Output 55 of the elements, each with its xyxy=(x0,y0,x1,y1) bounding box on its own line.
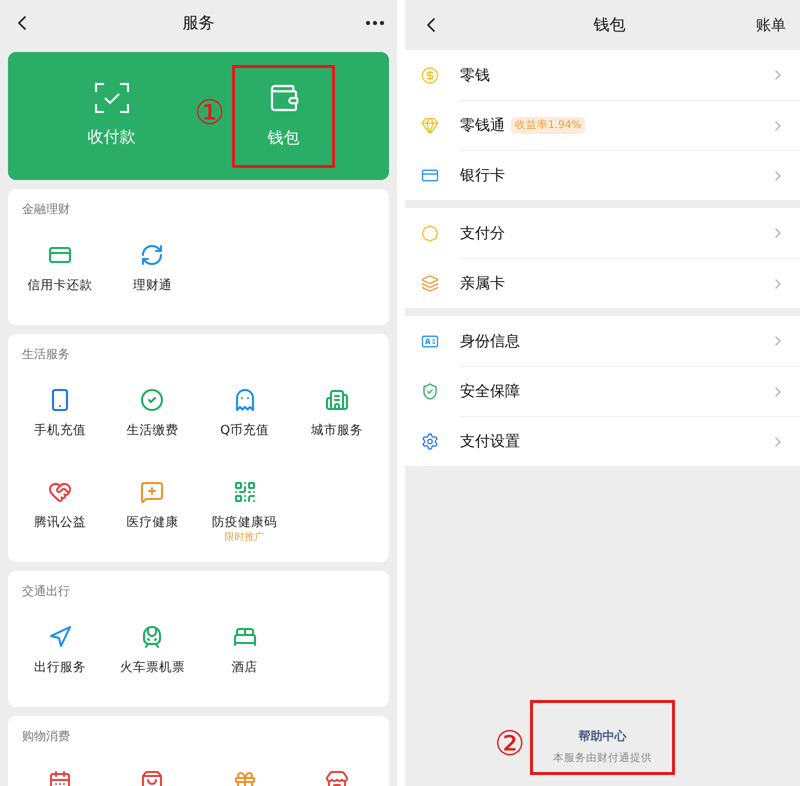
service-item[interactable]: 防疫健康码 限时推广 xyxy=(198,458,291,550)
circular-arrows-icon xyxy=(140,243,164,267)
shield-icon xyxy=(421,382,439,400)
row-label: 零钱通 xyxy=(460,115,505,136)
wallet-menu-row[interactable]: 银行卡 xyxy=(405,150,800,200)
wallet-menu-row[interactable]: 安全保障 xyxy=(405,366,800,416)
row-label: 支付分 xyxy=(460,222,505,244)
bed-icon xyxy=(232,625,257,649)
promo-note: 限时推广 xyxy=(224,532,265,544)
screen-title: 服务 xyxy=(182,12,216,34)
service-item[interactable]: 生活缴费 xyxy=(106,366,198,458)
wallet-menu-row[interactable]: 身份信息 xyxy=(405,316,800,366)
service-item[interactable]: 城市服务 xyxy=(290,366,383,458)
provider-note: 本服务由财付通提供 xyxy=(553,751,652,766)
buildings-icon xyxy=(324,388,349,412)
medical-plus-icon xyxy=(140,480,164,504)
card-stack-icon xyxy=(421,274,439,292)
callout-number: ② xyxy=(494,727,525,761)
section-title: 金融理财 xyxy=(22,201,71,217)
check-circle-icon xyxy=(140,388,164,412)
wallet-menu-row[interactable]: 零钱 xyxy=(405,50,800,100)
settings-icon xyxy=(421,432,439,450)
row-label: 零钱 xyxy=(460,64,490,86)
section-title: 生活服务 xyxy=(22,346,71,362)
yield-badge: 收益率1.94% xyxy=(511,116,586,134)
service-item[interactable]: 手机充值 xyxy=(14,366,106,458)
scan-check-icon xyxy=(94,83,128,113)
service-item[interactable]: Q币充值 xyxy=(198,366,291,458)
help-center-link[interactable]: 帮助中心 xyxy=(578,727,626,746)
navigation-icon xyxy=(48,625,72,649)
coin-icon xyxy=(421,66,439,84)
section-title: 交通出行 xyxy=(22,583,71,599)
gem-icon xyxy=(421,116,439,134)
wallet-menu-row[interactable]: 支付分 xyxy=(405,208,800,258)
row-label: 身份信息 xyxy=(460,330,520,352)
service-item[interactable]: 医疗健康 xyxy=(106,458,198,550)
service-item[interactable]: 出行服务 xyxy=(14,603,106,695)
wallet-menu-row[interactable]: 亲属卡 xyxy=(405,258,800,308)
row-label: 安全保障 xyxy=(460,381,520,402)
callout-number: ① xyxy=(194,96,225,130)
section-title: 购物消费 xyxy=(22,728,71,744)
qr-code-icon xyxy=(232,480,257,504)
row-label: 支付设置 xyxy=(460,431,520,452)
bills-link[interactable]: 账单 xyxy=(756,14,786,36)
wallet-menu-row[interactable]: 支付设置 xyxy=(405,416,800,466)
row-label: 亲属卡 xyxy=(460,273,505,294)
wallet-menu-row[interactable]: 零钱通 收益率1.94% xyxy=(405,100,800,150)
service-item[interactable]: 理财通 xyxy=(106,221,198,313)
row-label: 银行卡 xyxy=(460,165,505,186)
service-item[interactable]: 信用卡还款 xyxy=(14,221,106,313)
screen-title: 钱包 xyxy=(592,14,626,36)
service-item[interactable]: 腾讯公益 xyxy=(14,458,106,550)
service-item[interactable]: 火车票机票 xyxy=(106,603,198,695)
badge-icon xyxy=(421,224,439,242)
service-item[interactable]: 酒店 xyxy=(198,603,291,695)
